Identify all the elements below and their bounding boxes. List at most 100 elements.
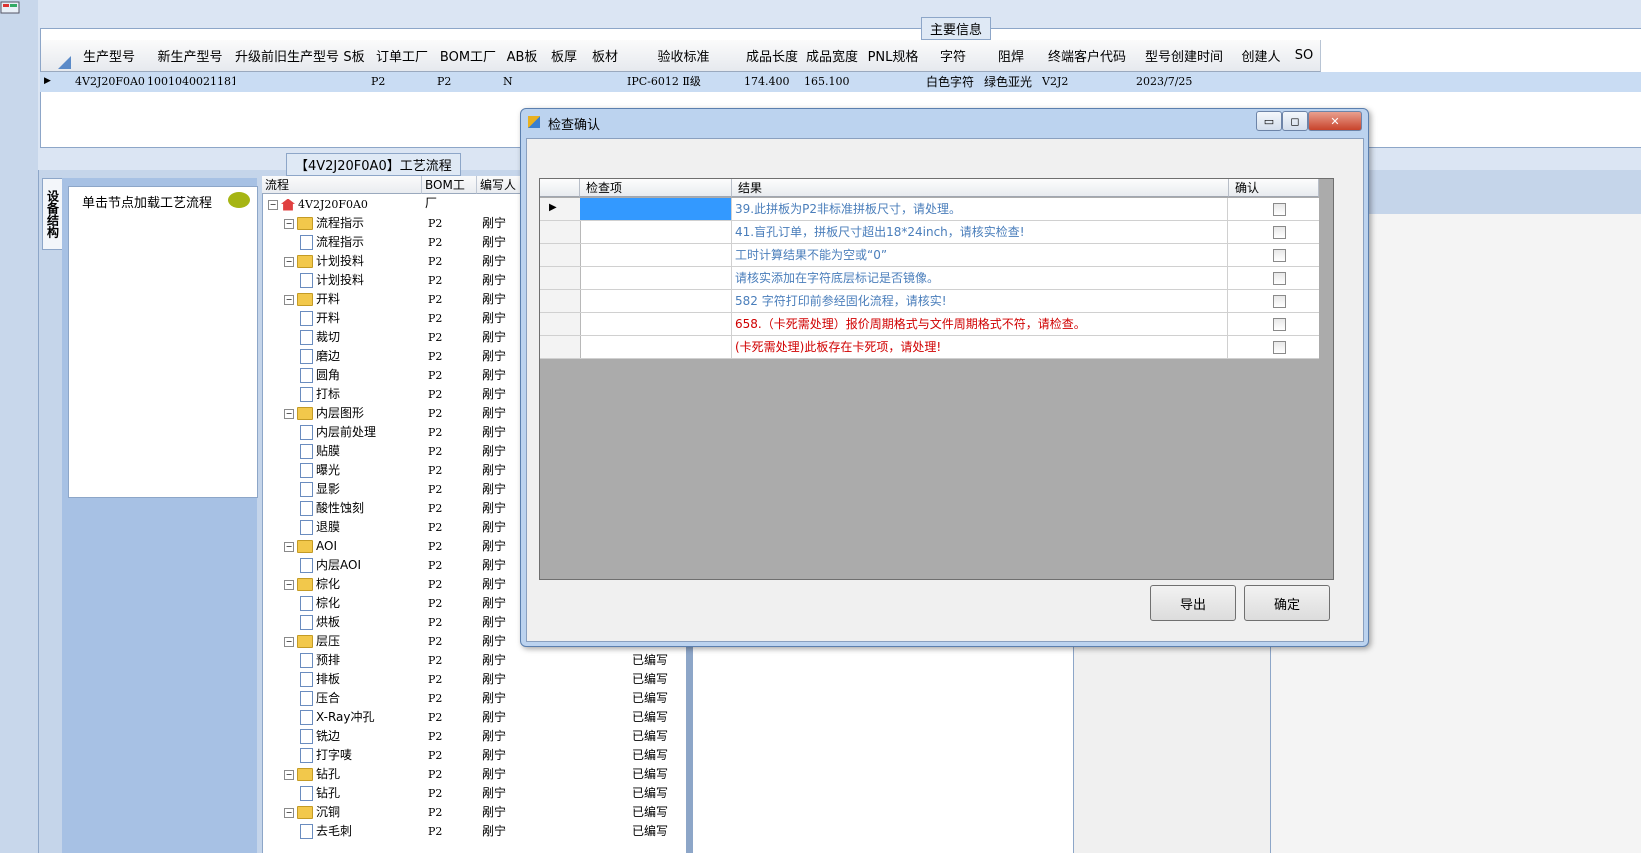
- main-cell-10[interactable]: 174.400: [744, 72, 802, 92]
- check-item-cell[interactable]: [580, 313, 732, 335]
- check-item-cell[interactable]: [580, 244, 732, 266]
- check-item-cell[interactable]: [580, 336, 732, 358]
- collapse-icon[interactable]: −: [284, 807, 294, 818]
- flow-tree-row[interactable]: − 沉铜 P2 剐宁 已编写: [262, 803, 686, 822]
- maximize-button[interactable]: ◻: [1282, 111, 1308, 131]
- flow-col-process[interactable]: 流程: [262, 176, 422, 194]
- main-cell-18[interactable]: [1290, 72, 1320, 92]
- ok-button[interactable]: 确定: [1244, 585, 1330, 621]
- confirm-checkbox[interactable]: [1273, 295, 1286, 308]
- flow-tree-row[interactable]: 压合 P2 剐宁 已编写: [262, 689, 686, 708]
- side-tab-structure[interactable]: 设备结构: [42, 178, 64, 250]
- check-row[interactable]: 41.盲孔订单，拼板尺寸超出18*24inch，请核实检查!: [540, 221, 1319, 244]
- collapse-icon[interactable]: −: [284, 294, 294, 305]
- main-col-9[interactable]: 验收标准: [625, 40, 743, 72]
- main-cell-6[interactable]: N: [503, 72, 543, 92]
- check-row[interactable]: 请核实添加在字符底层标记是否镜像。: [540, 267, 1319, 290]
- main-cell-17[interactable]: [1236, 72, 1288, 92]
- main-cell-11[interactable]: 165.100: [804, 72, 862, 92]
- collapse-icon[interactable]: −: [284, 256, 294, 267]
- main-col-5[interactable]: BOM工厂: [435, 40, 502, 72]
- row-header[interactable]: [540, 313, 581, 335]
- collapse-icon[interactable]: −: [284, 579, 294, 590]
- main-col-3[interactable]: S板: [339, 40, 370, 72]
- main-col-14[interactable]: 阻焊: [982, 40, 1041, 72]
- check-item-cell[interactable]: [580, 221, 732, 243]
- check-row[interactable]: (卡死需处理)此板存在卡死项，请处理!: [540, 336, 1319, 359]
- flow-col-bom[interactable]: BOM工厂: [422, 176, 477, 210]
- main-cell-7[interactable]: [545, 72, 585, 92]
- main-col-12[interactable]: PNL规格: [862, 40, 925, 72]
- collapse-icon[interactable]: −: [268, 199, 278, 210]
- main-col-16[interactable]: 型号创建时间: [1134, 40, 1235, 72]
- confirm-checkbox[interactable]: [1273, 226, 1286, 239]
- flow-tree-row[interactable]: − 钻孔 P2 剐宁 已编写: [262, 765, 686, 784]
- main-cell-5[interactable]: P2: [437, 72, 501, 92]
- flow-cell-bom: P2: [428, 426, 443, 439]
- col-confirm[interactable]: 确认: [1229, 179, 1319, 197]
- main-cell-8[interactable]: [587, 72, 625, 92]
- confirm-checkbox[interactable]: [1273, 318, 1286, 331]
- main-cell-15[interactable]: V2J2: [1042, 72, 1134, 92]
- header-corner[interactable]: [41, 40, 74, 72]
- check-item-cell[interactable]: [580, 198, 732, 220]
- main-col-6[interactable]: AB板: [501, 40, 544, 72]
- collapse-icon[interactable]: −: [284, 218, 294, 229]
- main-cell-4[interactable]: P2: [371, 72, 435, 92]
- flow-tree-row[interactable]: X-Ray冲孔 P2 剐宁 已编写: [262, 708, 686, 727]
- main-col-4[interactable]: 订单工厂: [369, 40, 436, 72]
- check-item-cell[interactable]: [580, 290, 732, 312]
- row-header[interactable]: [540, 290, 581, 312]
- main-col-1[interactable]: 新生产型号: [145, 40, 236, 72]
- check-row[interactable]: ▶ 39.此拼板为P2非标准拼板尺寸，请处理。: [540, 198, 1319, 221]
- main-cell-1[interactable]: 10010400211810: [147, 72, 235, 92]
- confirm-checkbox[interactable]: [1273, 341, 1286, 354]
- confirm-checkbox[interactable]: [1273, 203, 1286, 216]
- row-header[interactable]: [540, 267, 581, 289]
- col-result[interactable]: 结果: [732, 179, 1229, 197]
- main-col-2[interactable]: 升级前旧生产型号: [235, 40, 340, 72]
- main-col-11[interactable]: 成品宽度: [802, 40, 863, 72]
- main-col-8[interactable]: 板材: [585, 40, 626, 72]
- collapse-icon[interactable]: −: [284, 636, 294, 647]
- row-header[interactable]: [540, 221, 581, 243]
- close-button[interactable]: ✕: [1308, 111, 1362, 131]
- check-row[interactable]: 582 字符打印前参经固化流程，请核实!: [540, 290, 1319, 313]
- main-cell-3[interactable]: [341, 72, 369, 92]
- flow-tree-row[interactable]: 排板 P2 剐宁 已编写: [262, 670, 686, 689]
- col-check-item[interactable]: 检查项: [580, 179, 732, 197]
- check-row[interactable]: 工时计算结果不能为空或“0”: [540, 244, 1319, 267]
- confirm-checkbox[interactable]: [1273, 249, 1286, 262]
- main-cell-16[interactable]: 2023/7/25: [1136, 72, 1234, 92]
- folder-icon: [297, 293, 313, 306]
- collapse-icon[interactable]: −: [284, 541, 294, 552]
- main-col-0[interactable]: 生产型号: [73, 40, 146, 72]
- flow-tree-row[interactable]: 钻孔 P2 剐宁 已编写: [262, 784, 686, 803]
- main-cell-9[interactable]: IPC-6012 Ⅱ级: [627, 72, 742, 92]
- row-header[interactable]: ▶: [540, 198, 581, 220]
- export-button[interactable]: 导出: [1150, 585, 1236, 621]
- main-col-15[interactable]: 终端客户代码: [1040, 40, 1135, 72]
- collapse-icon[interactable]: −: [284, 769, 294, 780]
- main-col-18[interactable]: SO: [1288, 40, 1321, 72]
- confirm-checkbox[interactable]: [1273, 272, 1286, 285]
- row-header[interactable]: [540, 336, 581, 358]
- flow-tree-row[interactable]: 打字唛 P2 剐宁 已编写: [262, 746, 686, 765]
- row-header[interactable]: [540, 244, 581, 266]
- main-cell-14[interactable]: 绿色亚光: [984, 72, 1040, 92]
- collapse-icon[interactable]: −: [284, 408, 294, 419]
- main-col-17[interactable]: 创建人: [1234, 40, 1289, 72]
- minimize-button[interactable]: ▭: [1256, 111, 1282, 131]
- check-row[interactable]: 658.（卡死需处理）报价周期格式与文件周期格式不符，请检查。: [540, 313, 1319, 336]
- main-col-13[interactable]: 字符: [924, 40, 983, 72]
- main-cell-13[interactable]: 白色字符: [926, 72, 982, 92]
- check-item-cell[interactable]: [580, 267, 732, 289]
- flow-tree-row[interactable]: 去毛刺 P2 剐宁 已编写: [262, 822, 686, 841]
- main-col-7[interactable]: 板厚: [543, 40, 586, 72]
- main-cell-0[interactable]: 4V2J20F0A0: [75, 72, 145, 92]
- main-cell-2[interactable]: [237, 72, 339, 92]
- flow-tree-row[interactable]: 预排 P2 剐宁 已编写: [262, 651, 686, 670]
- flow-tree-row[interactable]: 铣边 P2 剐宁 已编写: [262, 727, 686, 746]
- main-cell-12[interactable]: [864, 72, 924, 92]
- main-col-10[interactable]: 成品长度: [742, 40, 803, 72]
